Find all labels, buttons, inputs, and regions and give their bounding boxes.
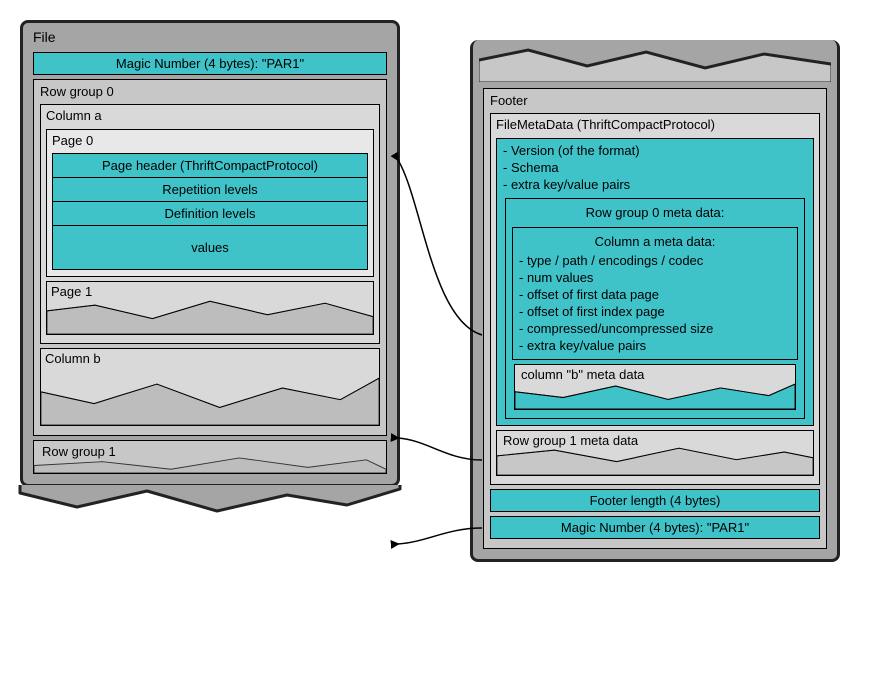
definition-levels: Definition levels xyxy=(53,201,367,225)
repetition-levels: Repetition levels xyxy=(53,177,367,201)
magic-number-header: Magic Number (4 bytes): "PAR1" xyxy=(33,52,387,75)
colA-l3: - offset of first data page xyxy=(519,287,791,304)
colA-l5: - compressed/uncompressed size xyxy=(519,321,791,338)
colA-l2: - num values xyxy=(519,270,791,287)
magic-number-footer: Magic Number (4 bytes): "PAR1" xyxy=(490,516,820,539)
footer-label: Footer xyxy=(488,92,822,111)
page-0: Page 0 Page header (ThriftCompactProtoco… xyxy=(46,129,374,277)
column-a-label: Column a xyxy=(44,107,376,126)
row-group-1-collapsed: Row group 1 xyxy=(33,440,387,474)
rowgroup1-meta-collapsed: Row group 1 meta data xyxy=(496,430,814,476)
column-b-collapsed: Column b xyxy=(40,348,380,426)
fm-extra: - extra key/value pairs xyxy=(503,177,807,194)
colA-meta-label: Column a meta data: xyxy=(519,232,791,254)
page-0-label: Page 0 xyxy=(50,132,370,151)
file-box: File Magic Number (4 bytes): "PAR1" Row … xyxy=(20,20,400,487)
fm-schema: - Schema xyxy=(503,160,807,177)
columnA-meta: Column a meta data: - type / path / enco… xyxy=(512,227,798,360)
row-group-0: Row group 0 Column a Page 0 Page header … xyxy=(33,79,387,436)
footer-box: Footer FileMetaData (ThriftCompactProtoc… xyxy=(470,40,840,562)
filemetadata-fields: - Version (of the format) - Schema - ext… xyxy=(496,138,814,426)
column-a: Column a Page 0 Page header (ThriftCompa… xyxy=(40,104,380,344)
page-1-collapsed: Page 1 xyxy=(46,281,374,335)
file-label: File xyxy=(29,27,391,49)
filemetadata: FileMetaData (ThriftCompactProtocol) - V… xyxy=(490,113,820,485)
columnB-meta-collapsed: column "b" meta data xyxy=(514,364,796,410)
row-group-0-label: Row group 0 xyxy=(38,83,382,102)
torn-edge-icon xyxy=(17,485,403,515)
rg0-meta-label: Row group 0 meta data: xyxy=(512,203,798,225)
fm-version: - Version (of the format) xyxy=(503,143,807,160)
filemetadata-label: FileMetaData (ThriftCompactProtocol) xyxy=(494,116,816,135)
footer-section: Footer FileMetaData (ThriftCompactProtoc… xyxy=(483,88,827,549)
colA-l6: - extra key/value pairs xyxy=(519,338,791,355)
colA-l4: - offset of first index page xyxy=(519,304,791,321)
rowgroup0-meta: Row group 0 meta data: Column a meta dat… xyxy=(505,198,805,419)
footer-length: Footer length (4 bytes) xyxy=(490,489,820,512)
page-values: values xyxy=(53,225,367,269)
colA-l1: - type / path / encodings / codec xyxy=(519,253,791,270)
torn-top-icon xyxy=(479,46,831,82)
page-header: Page header (ThriftCompactProtocol) xyxy=(53,154,367,177)
page-0-structure: Page header (ThriftCompactProtocol) Repe… xyxy=(52,153,368,270)
